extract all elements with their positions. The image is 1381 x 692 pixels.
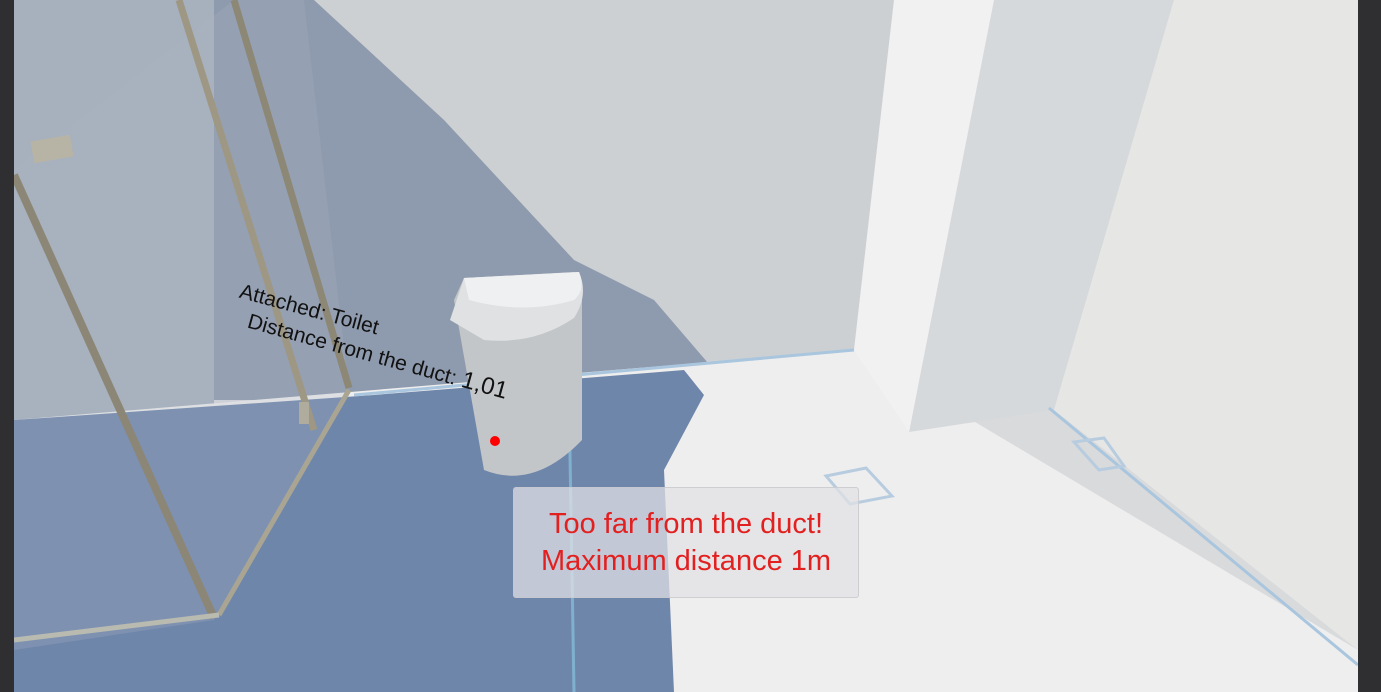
warning-panel: Too far from the duct! Maximum distance … <box>513 487 859 598</box>
game-viewport[interactable]: Attached: Toilet Distance from the duct:… <box>14 0 1358 692</box>
warning-line-2: Maximum distance 1m <box>540 544 832 577</box>
placement-cursor-dot <box>490 436 500 446</box>
warning-line-1: Too far from the duct! <box>548 507 823 540</box>
